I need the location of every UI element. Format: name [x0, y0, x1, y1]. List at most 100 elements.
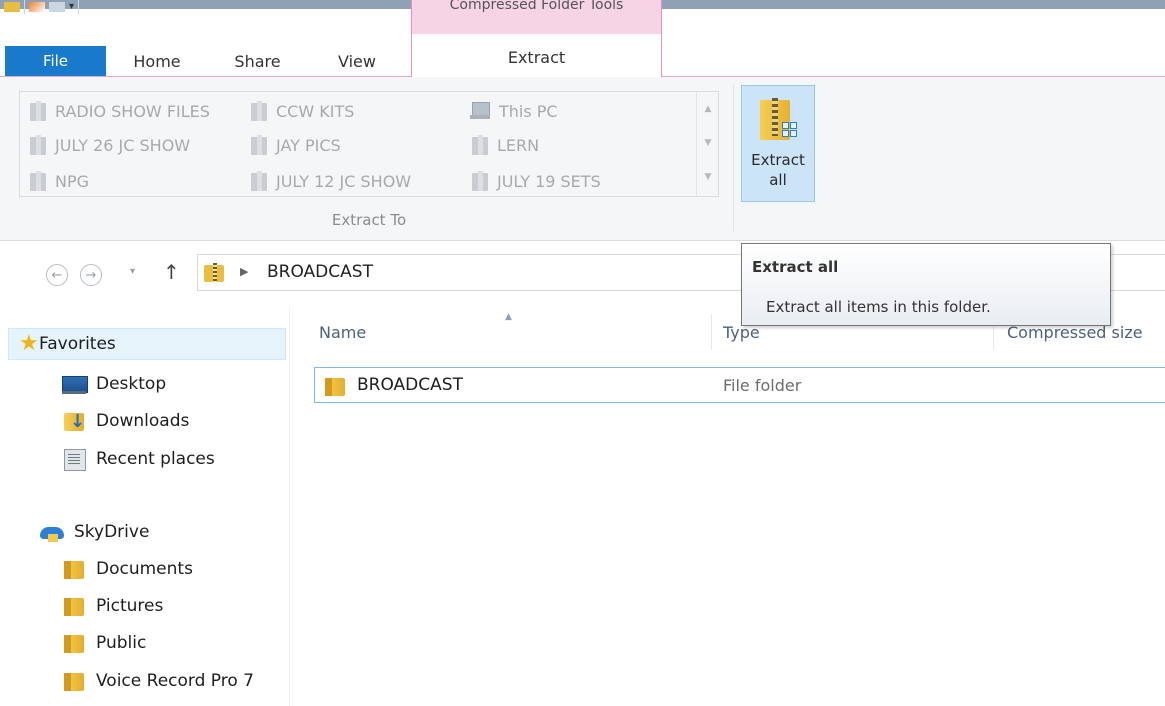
ribbon-panel: RADIO SHOW FILES JULY 26 JC SHOW NPG CCW…	[0, 77, 1165, 241]
nav-item-label: Desktop	[96, 374, 167, 394]
extract-to-item[interactable]: This PC	[470, 98, 558, 124]
extract-to-gallery: RADIO SHOW FILES JULY 26 JC SHOW NPG CCW…	[19, 91, 719, 197]
compressed-folder-tools-header: Compressed Folder Tools	[411, 0, 662, 34]
navigation-pane: ★ Favorites Desktop Downloads Recent pla…	[0, 306, 290, 706]
recent-places-icon	[62, 448, 86, 471]
nav-item-label: Recent places	[96, 449, 215, 469]
nav-item-desktop[interactable]: Desktop	[62, 368, 166, 400]
folder-icon	[30, 135, 46, 155]
tab-extract[interactable]: Extract	[411, 34, 662, 77]
folder-icon	[62, 632, 86, 654]
folder-icon[interactable]	[4, 2, 20, 12]
extract-all-label-line1: Extract	[751, 151, 805, 169]
extract-to-item[interactable]: JULY 26 JC SHOW	[30, 132, 190, 158]
nav-item-voice-record-pro-7[interactable]: Voice Record Pro 7	[62, 665, 254, 697]
file-name: BROADCAST	[357, 375, 463, 395]
nav-item-label: Public	[96, 633, 147, 653]
gallery-scrollbar: ▲ ▼ ▼	[696, 92, 718, 196]
folder-icon	[251, 135, 267, 155]
extract-to-item-label: CCW KITS	[276, 101, 355, 121]
tab-share[interactable]: Share	[220, 46, 295, 76]
folder-icon	[251, 101, 267, 121]
nav-item-label: Documents	[96, 559, 193, 579]
title-bar: ▾ Compressed Folder Tools	[0, 0, 1165, 34]
extract-to-item[interactable]: LERN	[472, 132, 539, 158]
nav-item-public[interactable]: Public	[62, 627, 146, 659]
contextual-tab-title: Compressed Folder Tools	[449, 0, 624, 13]
divider	[24, 0, 25, 14]
folder-icon	[62, 595, 86, 617]
extract-to-item-label: RADIO SHOW FILES	[55, 101, 210, 121]
zip-folder-icon	[758, 96, 798, 144]
extract-to-item-label: JAY PICS	[276, 135, 341, 155]
forward-arrow-icon[interactable]: →	[80, 264, 102, 286]
extract-to-item-label: JULY 12 JC SHOW	[276, 171, 412, 191]
nav-item-label: Favorites	[39, 334, 116, 354]
nav-item-downloads[interactable]: Downloads	[62, 405, 189, 437]
column-header-name[interactable]: Name	[319, 323, 366, 342]
sort-ascending-icon: ▲	[505, 312, 512, 322]
extract-to-item[interactable]: JAY PICS	[251, 132, 341, 158]
nav-item-documents[interactable]: Documents	[62, 553, 193, 585]
file-type: File folder	[723, 376, 802, 395]
nav-item-favorites[interactable]: ★ Favorites	[8, 328, 286, 360]
extract-all-button[interactable]: Extract all	[741, 85, 815, 202]
extract-to-item[interactable]: RADIO SHOW FILES	[30, 98, 210, 124]
extract-to-item-label: This PC	[499, 101, 558, 121]
extract-all-label-line2: all	[769, 171, 787, 189]
gallery-expand-icon[interactable]: ▼	[697, 160, 719, 194]
properties-icon[interactable]	[29, 2, 45, 12]
skydrive-icon	[40, 521, 64, 543]
folder-icon	[62, 558, 86, 580]
column-divider[interactable]	[711, 314, 712, 350]
extract-to-item[interactable]: JULY 19 SETS	[472, 168, 601, 194]
extract-all-label: Extract all	[751, 150, 805, 190]
extract-all-tooltip: Extract all Extract all items in this fo…	[741, 243, 1111, 326]
ribbon-group-label: Extract To	[331, 211, 407, 229]
tab-file[interactable]: File	[5, 46, 106, 76]
nav-item-label: Pictures	[96, 596, 164, 616]
up-arrow-icon[interactable]: ↑	[163, 260, 180, 284]
folder-icon	[30, 101, 46, 121]
extract-to-item[interactable]: NPG	[30, 168, 89, 194]
quick-access-toolbar: ▾	[0, 0, 80, 22]
file-row[interactable]: BROADCAST File folder	[314, 367, 1165, 403]
nav-item-recent-places[interactable]: Recent places	[62, 443, 215, 475]
divider	[78, 0, 80, 14]
desktop-icon	[62, 373, 88, 395]
nav-item-label: Voice Record Pro 7	[96, 671, 254, 691]
tooltip-body: Extract all items in this folder.	[766, 298, 991, 316]
breadcrumb-chevron-right-icon[interactable]: ▶	[240, 265, 248, 278]
divider	[733, 85, 734, 231]
extract-to-item[interactable]: CCW KITS	[251, 98, 354, 124]
ribbon-tabs: File Home Share View Extract	[0, 34, 1165, 77]
tab-home[interactable]: Home	[122, 46, 192, 76]
zip-folder-icon	[204, 263, 226, 283]
tab-view[interactable]: View	[322, 46, 392, 76]
folder-icon	[472, 171, 488, 191]
gallery-scroll-up-icon[interactable]: ▲	[697, 92, 719, 126]
nav-item-pictures[interactable]: Pictures	[62, 590, 163, 622]
back-arrow-icon[interactable]: ←	[46, 264, 68, 286]
gallery-scroll-down-icon[interactable]: ▼	[697, 126, 719, 160]
star-icon: ★	[19, 331, 39, 356]
new-folder-icon[interactable]	[49, 2, 65, 12]
nav-item-label: Downloads	[96, 411, 190, 431]
extract-to-item[interactable]: JULY 12 JC SHOW	[251, 168, 411, 194]
breadcrumb-segment[interactable]: BROADCAST	[267, 262, 373, 282]
folder-icon	[251, 171, 267, 191]
folder-icon	[30, 171, 46, 191]
folder-icon	[62, 670, 86, 692]
customize-toolbar-icon[interactable]: ▾	[69, 1, 74, 12]
nav-item-skydrive[interactable]: SkyDrive	[40, 516, 149, 548]
nav-item-label: SkyDrive	[74, 522, 150, 542]
file-list: ▲ Name Type Compressed size BROADCAST Fi…	[291, 306, 1165, 706]
recent-locations-chevron-down-icon[interactable]: ▾	[130, 266, 135, 277]
folder-icon	[472, 135, 488, 155]
folder-icon	[323, 375, 347, 397]
extract-to-item-label: NPG	[55, 171, 90, 191]
extract-to-item-label: JULY 19 SETS	[497, 171, 601, 191]
tooltip-title: Extract all	[752, 258, 839, 276]
extract-to-item-label: JULY 26 JC SHOW	[55, 135, 191, 155]
computer-icon	[470, 102, 490, 120]
